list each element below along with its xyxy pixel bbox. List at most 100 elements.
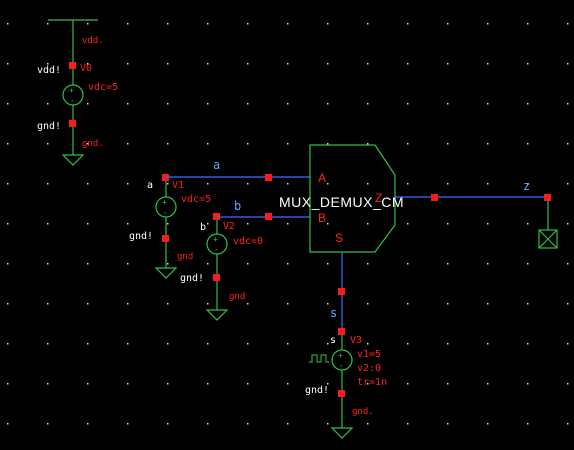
grid-dot (567, 63, 569, 65)
grid-dot (327, 263, 329, 265)
grid-dot (447, 383, 449, 385)
wire-z-label: z (523, 179, 530, 193)
cell-pin-a: A (318, 171, 326, 185)
grid-dot (407, 263, 409, 265)
wire-s-label: s (330, 306, 337, 320)
grid-dot (207, 303, 209, 305)
grid-dot (567, 303, 569, 305)
v1-source[interactable]: a V1 + - vdc=5 gnd! gnd (129, 174, 211, 279)
grid-dot (207, 183, 209, 185)
grid-dot (247, 303, 249, 305)
grid-dot (247, 183, 249, 185)
grid-dot (407, 103, 409, 105)
v1-gnd-label: gnd (177, 252, 193, 262)
ground-icon (154, 267, 178, 279)
grid-dot (87, 223, 89, 225)
grid-dot (407, 343, 409, 345)
grid-dot (87, 103, 89, 105)
v0-name: V0 (80, 63, 92, 74)
v0-pin-top[interactable] (69, 62, 76, 69)
grid-dot (167, 383, 169, 385)
wire-a-label: a (213, 158, 220, 172)
grid-dot (7, 343, 9, 345)
wire-s-pin[interactable] (338, 288, 345, 295)
grid-dot (367, 143, 369, 145)
minus-icon: - (70, 96, 75, 105)
grid-dot (247, 103, 249, 105)
grid-dot (47, 103, 49, 105)
grid-dot (327, 143, 329, 145)
pulse-icon (309, 354, 329, 363)
grid-dot (407, 423, 409, 425)
v2-net-label: b (200, 222, 206, 233)
v3-source[interactable]: s V3 + - v1=5 v2:0 tr=1n gnd! gnd. (305, 328, 387, 439)
grid-dot (447, 343, 449, 345)
wire-z-end-pin[interactable] (544, 194, 551, 201)
grid-dot (567, 343, 569, 345)
v2-gnd-net: gnd! (180, 273, 204, 284)
minus-icon: - (339, 361, 344, 370)
v3-gnd-label: gnd. (352, 407, 374, 417)
grid-dot (407, 383, 409, 385)
grid-dot (47, 263, 49, 265)
grid-dot (367, 63, 369, 65)
wire-b-pin[interactable] (265, 213, 272, 220)
grid-dot (167, 423, 169, 425)
grid-dot (207, 23, 209, 25)
grid-dot (87, 183, 89, 185)
grid-dot (367, 183, 369, 185)
wire-z[interactable]: z (395, 179, 558, 249)
grid-dot (487, 183, 489, 185)
grid-dot (327, 23, 329, 25)
v0-net-label: vdd! (37, 65, 61, 76)
grid-dot (567, 263, 569, 265)
v2-pin-bottom[interactable] (213, 274, 220, 281)
v0-param: vdc=5 (88, 82, 118, 93)
wire-a-pin[interactable] (265, 174, 272, 181)
v1-pin-bottom[interactable] (162, 235, 169, 242)
grid-dot (127, 383, 129, 385)
wire-s[interactable]: s (330, 252, 345, 332)
grid-dot (287, 223, 289, 225)
v2-param: vdc=0 (233, 236, 263, 247)
v3-gnd-net: gnd! (305, 385, 329, 396)
v2-source[interactable]: b V2 + - vdc=0 gnd! gnd (180, 213, 263, 321)
grid-dot (407, 303, 409, 305)
grid-dot (367, 343, 369, 345)
mux-demux-cell[interactable]: A B Z S MUX_DEMUX_CM (279, 144, 404, 253)
grid-dot (127, 263, 129, 265)
grid-dot (487, 343, 489, 345)
grid-dot (287, 303, 289, 305)
grid-dot (367, 303, 369, 305)
schematic-canvas[interactable]: vdd. vdd! V0 + - vdc=5 gnd! gnd. a V1 + … (0, 0, 574, 450)
v3-name: V3 (350, 335, 362, 346)
grid-dot (247, 143, 249, 145)
grid-dot (447, 263, 449, 265)
v3-pin-bottom[interactable] (338, 390, 345, 397)
grid-dot (207, 263, 209, 265)
cell-pin-b: B (318, 211, 326, 225)
vdd-label: vdd. (82, 36, 104, 46)
wire-z-pin[interactable] (431, 194, 438, 201)
grid-dot (327, 303, 329, 305)
grid-dot (247, 343, 249, 345)
grid-dot (167, 223, 169, 225)
grid-dot (87, 383, 89, 385)
grid-dot (487, 103, 489, 105)
grid-dot (247, 23, 249, 25)
v3-pin-top[interactable] (338, 328, 345, 335)
minus-icon: - (163, 208, 168, 217)
grid-dot (87, 23, 89, 25)
grid-dot (167, 303, 169, 305)
grid-dot (47, 223, 49, 225)
v0-pin-bottom[interactable] (69, 120, 76, 127)
grid-dot (167, 263, 169, 265)
grid-dot (527, 423, 529, 425)
v0-source[interactable]: vdd! V0 + - vdc=5 gnd! gnd. (37, 62, 118, 166)
grid-dot (127, 143, 129, 145)
wire-a[interactable]: a (166, 158, 310, 181)
grid-dot (487, 223, 489, 225)
grid-dot (127, 423, 129, 425)
grid-dot (407, 183, 409, 185)
plus-icon: + (69, 86, 74, 95)
